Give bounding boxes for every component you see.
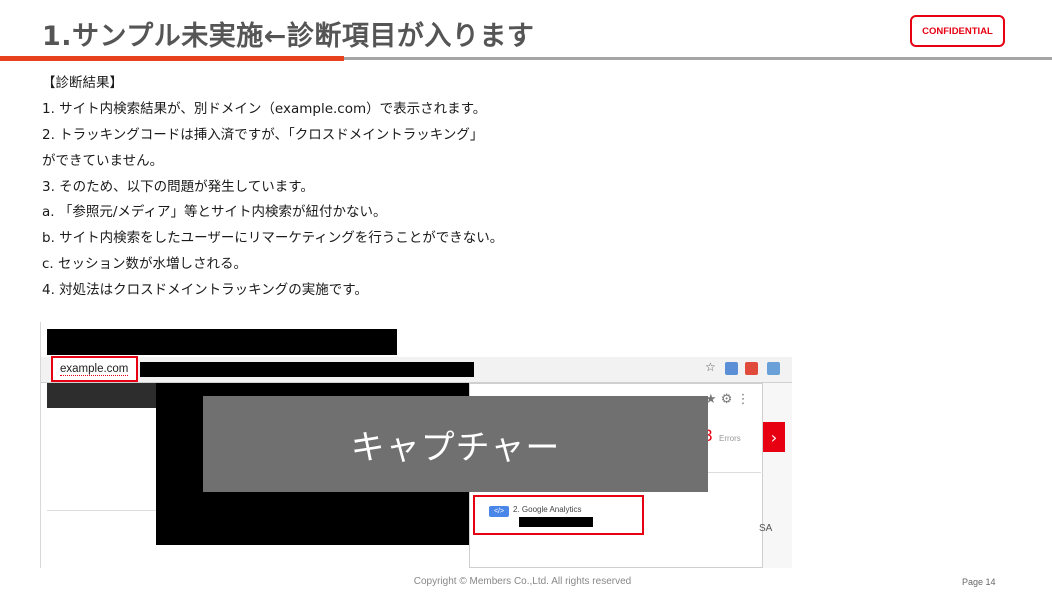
diagnosis-line-3: 3. そのため、以下の問題が発生しています。 bbox=[42, 178, 314, 195]
google-analytics-highlight: </> 2. Google Analytics bbox=[473, 495, 644, 535]
slide-title: 1.サンプル未実施←診断項目が入ります bbox=[42, 21, 535, 52]
title-underline-accent bbox=[0, 56, 344, 61]
title-underline bbox=[344, 57, 1052, 60]
error-label: Errors bbox=[719, 434, 741, 443]
diagnosis-heading: 【診断結果】 bbox=[42, 75, 123, 91]
diagnosis-text: 【診断結果】 1. サイト内検索結果が、別ドメイン（example.com）で表… bbox=[42, 71, 503, 304]
redacted-id bbox=[519, 517, 593, 527]
browser-capture: example.com ☆ ★ ⚙ ⋮ 3 Errors › キャプチャー </… bbox=[40, 322, 792, 568]
chevron-right-icon: › bbox=[763, 422, 785, 452]
copyright: Copyright © Members Co.,Ltd. All rights … bbox=[413, 576, 632, 587]
side-text: SA bbox=[759, 523, 773, 534]
side-panel bbox=[763, 383, 792, 568]
diagnosis-line-1: 1. サイト内検索結果が、別ドメイン（example.com）で表示されます。 bbox=[42, 100, 487, 117]
diagnosis-line-c: c. セッション数が水増しされる。 bbox=[42, 256, 248, 273]
capture-overlay: キャプチャー bbox=[203, 396, 708, 492]
redacted-tab bbox=[47, 329, 397, 355]
gear-icon: ★ ⚙ ⋮ bbox=[705, 392, 750, 407]
diagnosis-line-2-cont: ができていません。 bbox=[42, 152, 164, 169]
extension-icon bbox=[767, 362, 780, 375]
diagnosis-line-2: 2. トラッキングコードは挿入済ですが、「クロスドメイントラッキング」 bbox=[42, 126, 484, 143]
tag-assistant-icon bbox=[745, 362, 758, 375]
confidential-badge: CONFIDENTIAL bbox=[910, 15, 1005, 47]
page-number: Page 14 bbox=[962, 577, 996, 587]
ga-label: 2. Google Analytics bbox=[513, 505, 582, 514]
diagnosis-line-a: a. 「参照元/メディア」等とサイト内検索が紐付かない。 bbox=[42, 204, 387, 221]
extension-icon bbox=[725, 362, 738, 375]
url-highlight: example.com bbox=[51, 356, 138, 382]
url-text: example.com bbox=[60, 362, 129, 376]
star-icon: ☆ bbox=[705, 360, 716, 374]
diagnosis-line-b: b. サイト内検索をしたユーザーにリマーケティングを行うことができない。 bbox=[42, 230, 504, 247]
diagnosis-line-4: 4. 対処法はクロスドメイントラッキングの実施です。 bbox=[42, 282, 368, 299]
redacted-url bbox=[140, 362, 474, 377]
code-tag-icon: </> bbox=[489, 506, 509, 517]
